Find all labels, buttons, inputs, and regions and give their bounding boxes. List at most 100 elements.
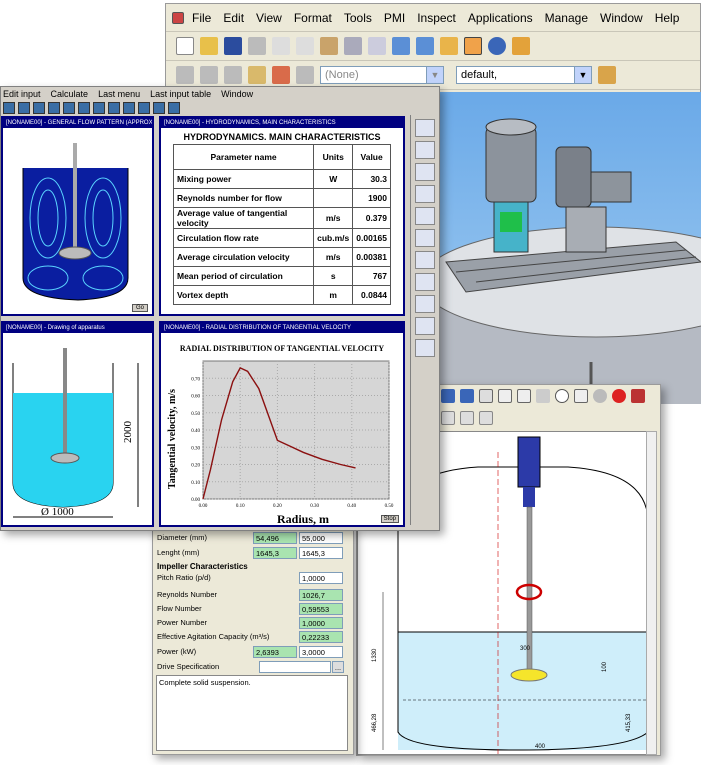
exit-icon[interactable] xyxy=(631,389,645,403)
side-tool-icon[interactable] xyxy=(415,339,435,357)
style-combo[interactable]: default, ▼ xyxy=(456,66,592,84)
tool-icon-8[interactable] xyxy=(108,101,120,114)
tool-icon-1[interactable] xyxy=(3,101,15,114)
warning-icon[interactable] xyxy=(555,389,569,403)
side-tool-icon[interactable] xyxy=(415,317,435,335)
menu-inspect[interactable]: Inspect xyxy=(411,11,462,25)
length-input[interactable]: 1645,3 xyxy=(299,547,343,559)
save-icon[interactable] xyxy=(224,37,242,55)
side-tool-icon[interactable] xyxy=(415,185,435,203)
pitch-ratio-input[interactable]: 1,0000 xyxy=(299,572,343,584)
tool-icon-5[interactable] xyxy=(63,101,75,114)
side-tool-icon[interactable] xyxy=(415,163,435,181)
page-icon[interactable] xyxy=(498,389,512,403)
pan-icon[interactable] xyxy=(441,411,455,425)
menu-pmi[interactable]: PMI xyxy=(378,11,411,25)
param-unit: m/s xyxy=(313,207,354,229)
view-front-icon[interactable] xyxy=(416,37,434,55)
copy-icon[interactable] xyxy=(296,37,314,55)
side-tool-icon[interactable] xyxy=(415,295,435,313)
export-icon[interactable] xyxy=(517,389,531,403)
side-tool-icon[interactable] xyxy=(415,119,435,137)
new-icon[interactable] xyxy=(176,37,194,55)
menu-tools[interactable]: Tools xyxy=(338,11,378,25)
undo-icon[interactable] xyxy=(344,37,362,55)
side-tool-icon[interactable] xyxy=(415,229,435,247)
stop-button[interactable]: Stop xyxy=(380,515,399,523)
tool-icon-3[interactable] xyxy=(33,101,45,114)
tool-icon-6[interactable] xyxy=(78,101,90,114)
view-iso-icon[interactable] xyxy=(392,37,410,55)
table-row: Average value of tangential velocity m/s 0… xyxy=(172,207,391,229)
globe-icon[interactable] xyxy=(488,37,506,55)
format-icon-7[interactable] xyxy=(598,66,616,84)
format-icon-1[interactable] xyxy=(176,66,194,84)
view-box-icon[interactable] xyxy=(464,37,482,55)
tool-icon-11[interactable] xyxy=(153,101,165,114)
side-tool-icon[interactable] xyxy=(415,273,435,291)
menu-calculate[interactable]: Calculate xyxy=(51,89,89,99)
format-icon-5[interactable] xyxy=(272,66,290,84)
zoom-icon[interactable] xyxy=(460,411,474,425)
format-icon-6[interactable] xyxy=(296,66,314,84)
tool-icon-9[interactable] xyxy=(123,101,135,114)
pitch-ratio-label: Pitch Ratio (p/d) xyxy=(157,573,211,582)
side-tool-icon[interactable] xyxy=(415,251,435,269)
y-tick-label: 0.60 xyxy=(191,395,200,400)
chevron-down-icon[interactable]: ▼ xyxy=(426,67,443,83)
height-dimension: 2000 xyxy=(122,421,134,444)
paste-icon[interactable] xyxy=(320,37,338,55)
menu-edit[interactable]: Edit xyxy=(217,11,250,25)
diameter-input[interactable]: 55,000 xyxy=(299,532,343,544)
drive-spec-input[interactable] xyxy=(259,661,331,673)
tool-icon-10[interactable] xyxy=(138,101,150,114)
fit-icon[interactable] xyxy=(574,389,588,403)
side-tool-icon[interactable] xyxy=(415,141,435,159)
tool-icon[interactable] xyxy=(479,411,493,425)
menu-window[interactable]: Window xyxy=(221,89,253,99)
tool-icon-2[interactable] xyxy=(18,101,30,114)
format-icon-3[interactable] xyxy=(224,66,242,84)
redo-icon[interactable] xyxy=(368,37,386,55)
network-icon[interactable] xyxy=(536,389,550,403)
menu-help[interactable]: Help xyxy=(649,11,686,25)
cut-icon[interactable] xyxy=(272,37,290,55)
hydrodynamics-heading: HYDRODYNAMICS. MAIN CHARACTERISTICS xyxy=(183,132,381,142)
tool-icon-4[interactable] xyxy=(48,101,60,114)
chevron-down-icon[interactable]: ▼ xyxy=(574,67,591,83)
format-icon-4[interactable] xyxy=(248,66,266,84)
menu-file[interactable]: File xyxy=(186,11,217,25)
open-icon[interactable] xyxy=(200,37,218,55)
menu-view[interactable]: View xyxy=(250,11,288,25)
param-name: Average circulation velocity xyxy=(172,247,315,267)
y-tick-label: 0.10 xyxy=(191,481,200,486)
menu-manage[interactable]: Manage xyxy=(539,11,594,25)
view-shaded-icon[interactable] xyxy=(440,37,458,55)
list-icon[interactable] xyxy=(479,389,493,403)
layer-combo[interactable]: (None) ▼ xyxy=(320,66,444,84)
menu-edit-input[interactable]: Edit input xyxy=(3,89,41,99)
arrow-right-icon[interactable] xyxy=(460,389,474,403)
settings-icon[interactable] xyxy=(512,37,530,55)
cad-3d-viewport[interactable] xyxy=(416,92,701,404)
drawing-scrollbar[interactable] xyxy=(646,431,657,755)
menu-last-menu[interactable]: Last menu xyxy=(98,89,140,99)
go-button[interactable]: Go xyxy=(131,304,148,312)
x-tick-label: 0.00 xyxy=(199,504,208,509)
print-icon[interactable] xyxy=(248,37,266,55)
power-input[interactable]: 3,0000 xyxy=(299,646,343,658)
arrow-left-icon[interactable] xyxy=(441,389,455,403)
menu-last-input-table[interactable]: Last input table xyxy=(150,89,211,99)
menu-format[interactable]: Format xyxy=(288,11,338,25)
tool-icon-7[interactable] xyxy=(93,101,105,114)
format-icon-2[interactable] xyxy=(200,66,218,84)
tool-icon-12[interactable] xyxy=(168,101,180,114)
menu-applications[interactable]: Applications xyxy=(462,11,539,25)
y-tick-label: 0.20 xyxy=(191,464,200,469)
menu-window[interactable]: Window xyxy=(594,11,649,25)
gear-icon[interactable] xyxy=(593,389,607,403)
close-icon[interactable] xyxy=(612,389,626,403)
side-tool-icon[interactable] xyxy=(415,207,435,225)
drive-spec-label: Drive Specification xyxy=(157,662,220,671)
drive-spec-browse-button[interactable]: ... xyxy=(332,661,344,673)
